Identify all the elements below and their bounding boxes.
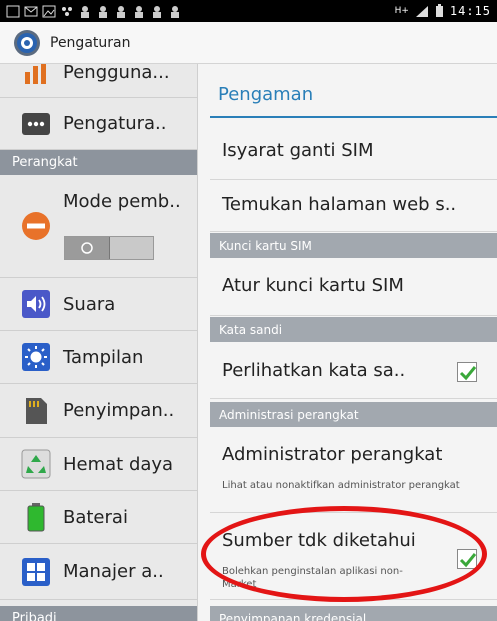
category-label: Tampilan — [63, 346, 144, 368]
checkmark-icon — [459, 553, 477, 568]
bbm-notification-icon — [62, 6, 72, 16]
section-header-credential-storage: Penyimpanan kredensial — [210, 606, 497, 621]
setting-label: Sumber tdk diketahui — [222, 530, 416, 551]
setting-summary: Bolehkan penginstalan aplikasi non-Marke… — [222, 566, 403, 590]
settings-category-list: Pengguna... Pengatura.. Perangkat Mode p… — [0, 64, 198, 621]
category-label: Pengatura.. — [63, 113, 167, 134]
flight-mode-toggle[interactable] — [64, 236, 154, 260]
person-notification-icon-6 — [171, 5, 179, 18]
recycle-icon — [21, 449, 51, 479]
settings-app-icon[interactable] — [12, 28, 42, 58]
toggle-knob — [65, 237, 110, 259]
setting-unknown-sources[interactable]: Sumber tdk diketahui Bolehkan penginstal… — [210, 513, 497, 600]
setting-label: Perlihatkan kata sa.. — [222, 360, 406, 381]
category-item-app-manager[interactable]: Manajer a.. — [0, 544, 197, 600]
person-notification-icon-2 — [99, 5, 107, 18]
category-label: Suara — [63, 293, 116, 315]
category-item-display[interactable]: Tampilan — [0, 331, 197, 384]
category-item-more-settings[interactable]: Pengatura.. — [0, 98, 197, 150]
person-notification-icon-4 — [135, 5, 143, 18]
category-item-power-saving[interactable]: Hemat daya — [0, 438, 197, 491]
mail-notification-icon — [24, 6, 38, 16]
category-item-battery[interactable]: Baterai — [0, 491, 197, 544]
person-notification-icon-3 — [117, 5, 125, 18]
category-label: Penyimpan.. — [63, 400, 175, 421]
notification-icons — [6, 5, 182, 18]
sd-card-icon — [26, 397, 47, 424]
section-header-sim-lock: Kunci kartu SIM — [210, 233, 497, 258]
data-usage-icon — [25, 64, 46, 84]
brightness-icon — [22, 343, 50, 371]
setting-show-password[interactable]: Perlihatkan kata sa.. — [210, 342, 497, 399]
section-header-password: Kata sandi — [210, 317, 497, 342]
person-notification-icon-1 — [81, 5, 89, 18]
security-settings-pane: Pengaman Isyarat ganti SIM Temukan halam… — [198, 64, 497, 621]
battery-status-icon — [435, 4, 443, 17]
show-password-checkbox[interactable] — [457, 362, 477, 382]
network-type-label: H+ — [394, 6, 409, 16]
battery-icon — [27, 503, 45, 532]
category-item-flight-mode[interactable]: Mode pemb.. — [0, 175, 197, 278]
section-header-device-admin: Administrasi perangkat — [210, 402, 497, 427]
setting-label: Atur kunci kartu SIM — [222, 275, 404, 296]
section-header-pribadi: Pribadi — [0, 606, 197, 621]
category-item-data-usage[interactable]: Pengguna... — [0, 64, 197, 98]
status-bar: H+ 14:15 — [0, 0, 497, 22]
category-label: Baterai — [63, 506, 128, 528]
setting-label: Temukan halaman web s.. — [222, 194, 457, 215]
category-label: Manajer a.. — [63, 561, 164, 582]
settings-notification-icon — [6, 5, 20, 17]
page-title: Pengaturan — [50, 34, 131, 51]
flight-mode-icon — [22, 212, 50, 240]
title-divider — [210, 116, 497, 118]
setting-device-administrators[interactable]: Administrator perangkat Lihat atau nonak… — [210, 427, 497, 513]
clock: 14:15 — [449, 4, 491, 18]
category-label: Hemat daya — [63, 453, 174, 475]
category-label: Mode pemb.. — [63, 191, 181, 212]
setting-sim-lock[interactable]: Atur kunci kartu SIM — [210, 258, 497, 316]
setting-summary: Lihat atau nonaktifkan administrator per… — [222, 480, 460, 491]
setting-label: Isyarat ganti SIM — [222, 140, 374, 161]
signal-strength-icon — [415, 5, 428, 17]
toggle-off-icon — [81, 242, 93, 254]
setting-find-web-page[interactable]: Temukan halaman web s.. — [210, 180, 497, 232]
setting-sim-change-alert[interactable]: Isyarat ganti SIM — [210, 126, 497, 180]
checkmark-icon — [459, 366, 477, 381]
action-bar: Pengaturan — [0, 22, 497, 64]
category-label: Pengguna... — [63, 64, 170, 83]
speaker-icon — [22, 290, 50, 318]
more-dots-icon — [22, 112, 50, 135]
setting-label: Administrator perangkat — [222, 444, 443, 465]
category-item-storage[interactable]: Penyimpan.. — [0, 384, 197, 438]
app-grid-icon — [22, 557, 50, 586]
image-notification-icon — [42, 5, 56, 17]
unknown-sources-checkbox[interactable] — [457, 549, 477, 569]
person-notification-icon-5 — [153, 5, 161, 18]
category-item-sound[interactable]: Suara — [0, 278, 197, 331]
system-indicators: H+ 14:15 — [395, 4, 491, 18]
pane-title: Pengaman — [218, 84, 314, 105]
section-header-perangkat: Perangkat — [0, 150, 197, 175]
